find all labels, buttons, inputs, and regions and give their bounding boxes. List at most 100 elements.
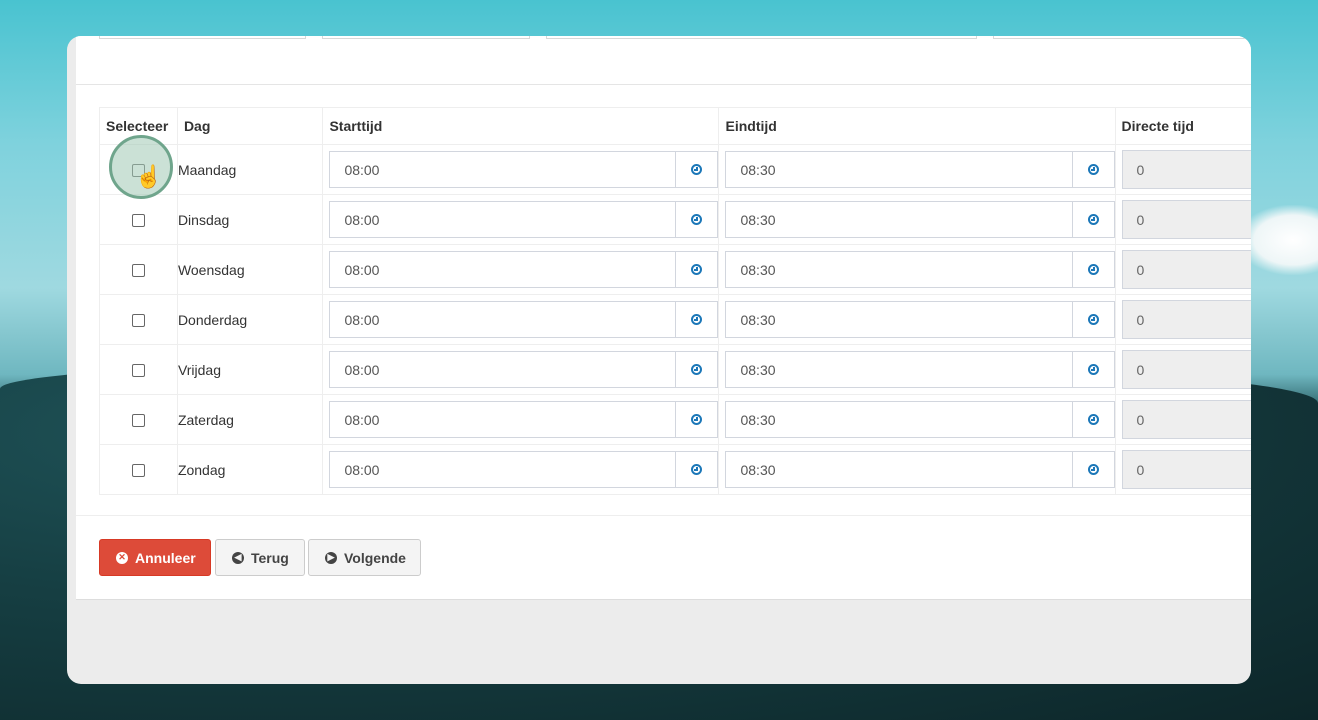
- clock-icon: [1087, 264, 1099, 275]
- start-time-group: 08:00: [329, 251, 719, 288]
- direct-cell: 0: [1114, 394, 1251, 445]
- end-time-group: 08:30: [725, 201, 1115, 238]
- end-cell: 08:30: [718, 444, 1116, 495]
- end-time-input[interactable]: 08:30: [725, 201, 1072, 238]
- day-checkbox[interactable]: [131, 364, 145, 378]
- direct-cell: 0: [1114, 194, 1251, 245]
- table-row: Maandag 08:00 08:30 0: [99, 144, 1251, 195]
- direct-cell: 0: [1114, 294, 1251, 345]
- table-row: Zaterdag 08:00 08:30 0: [99, 394, 1251, 445]
- end-time-picker-button[interactable]: [1071, 401, 1115, 438]
- end-time-picker-button[interactable]: [1071, 301, 1115, 338]
- start-time-picker-button[interactable]: [675, 401, 719, 438]
- end-time-input[interactable]: 08:30: [725, 401, 1072, 438]
- start-time-input[interactable]: 08:00: [329, 351, 676, 388]
- next-button[interactable]: ▶ Volgende: [308, 539, 421, 576]
- header-direct: Directe tijd: [1114, 107, 1251, 145]
- start-time-picker-button[interactable]: [675, 351, 719, 388]
- end-time-picker-button[interactable]: [1071, 201, 1115, 238]
- field-stub: [546, 36, 977, 39]
- end-time-picker-button[interactable]: [1071, 251, 1115, 288]
- end-time-input[interactable]: 08:30: [725, 151, 1072, 188]
- start-time-group: 08:00: [329, 151, 719, 188]
- pointer-hand-icon: ☝: [135, 164, 163, 189]
- end-time-picker-button[interactable]: [1071, 451, 1115, 488]
- clock-icon: [1087, 414, 1099, 425]
- table-row: Donderdag 08:00 08:30 0: [99, 294, 1251, 345]
- direct-cell: 0: [1114, 344, 1251, 395]
- direct-time-input: 0: [1121, 350, 1251, 389]
- end-time-input[interactable]: 08:30: [725, 351, 1072, 388]
- end-time-input[interactable]: 08:30: [725, 301, 1072, 338]
- end-time-group: 08:30: [725, 351, 1115, 388]
- day-checkbox[interactable]: [131, 464, 145, 478]
- select-cell: [99, 294, 178, 345]
- back-button[interactable]: ◀ Terug: [215, 539, 305, 576]
- clock-icon: [691, 214, 703, 225]
- clock-icon: [691, 164, 703, 175]
- schedule-panel: Selecteer Dag Starttijd Eindtijd Directe…: [76, 36, 1251, 600]
- end-time-picker-button[interactable]: [1071, 351, 1115, 388]
- day-cell: Donderdag: [176, 294, 324, 345]
- day-checkbox[interactable]: [131, 314, 145, 328]
- start-cell: 08:00: [322, 244, 720, 295]
- start-time-picker-button[interactable]: [675, 251, 719, 288]
- start-time-group: 08:00: [329, 401, 719, 438]
- start-time-input[interactable]: 08:00: [329, 151, 676, 188]
- header-end: Eindtijd: [718, 107, 1116, 145]
- select-cell: [99, 244, 178, 295]
- direct-time-input: 0: [1121, 250, 1251, 289]
- end-cell: 08:30: [718, 194, 1116, 245]
- clock-icon: [691, 464, 703, 475]
- start-cell: 08:00: [322, 444, 720, 495]
- table-row: Zondag 08:00 08:30 0: [99, 444, 1251, 495]
- start-time-picker-button[interactable]: [675, 451, 719, 488]
- clock-icon: [691, 314, 703, 325]
- field-stub: [99, 36, 306, 39]
- day-cell: Zaterdag: [176, 394, 324, 445]
- select-cell: [99, 344, 178, 395]
- end-cell: 08:30: [718, 244, 1116, 295]
- day-checkbox[interactable]: [131, 214, 145, 228]
- clock-icon: [1087, 364, 1099, 375]
- start-cell: 08:00: [322, 194, 720, 245]
- start-time-picker-button[interactable]: [675, 201, 719, 238]
- end-time-group: 08:30: [725, 301, 1115, 338]
- start-cell: 08:00: [322, 394, 720, 445]
- start-time-input[interactable]: 08:00: [329, 451, 676, 488]
- start-time-input[interactable]: 08:00: [329, 201, 676, 238]
- start-time-input[interactable]: 08:00: [329, 401, 676, 438]
- cancel-button-label: Annuleer: [135, 549, 196, 566]
- select-cell: [99, 194, 178, 245]
- start-time-group: 08:00: [329, 351, 719, 388]
- cancel-button[interactable]: ✕ Annuleer: [99, 539, 211, 576]
- end-time-picker-button[interactable]: [1071, 151, 1115, 188]
- end-time-group: 08:30: [725, 451, 1115, 488]
- direct-time-input: 0: [1121, 400, 1251, 439]
- day-checkbox[interactable]: [131, 414, 145, 428]
- end-cell: 08:30: [718, 144, 1116, 195]
- direct-time-input: 0: [1121, 200, 1251, 239]
- clock-icon: [691, 264, 703, 275]
- direct-cell: 0: [1114, 444, 1251, 495]
- header-start: Starttijd: [322, 107, 720, 145]
- end-time-input[interactable]: 08:30: [725, 451, 1072, 488]
- direct-time-input: 0: [1121, 300, 1251, 339]
- start-time-input[interactable]: 08:00: [329, 251, 676, 288]
- end-time-input[interactable]: 08:30: [725, 251, 1072, 288]
- start-time-picker-button[interactable]: [675, 151, 719, 188]
- start-time-group: 08:00: [329, 451, 719, 488]
- clock-icon: [1087, 314, 1099, 325]
- field-stub: [322, 36, 530, 39]
- start-time-input[interactable]: 08:00: [329, 301, 676, 338]
- start-time-picker-button[interactable]: [675, 301, 719, 338]
- app-window: Selecteer Dag Starttijd Eindtijd Directe…: [67, 36, 1251, 684]
- days-table: Selecteer Dag Starttijd Eindtijd Directe…: [99, 107, 1251, 495]
- day-checkbox[interactable]: [131, 264, 145, 278]
- start-time-group: 08:00: [329, 201, 719, 238]
- clock-icon: [1087, 214, 1099, 225]
- end-time-group: 08:30: [725, 401, 1115, 438]
- field-stub: [993, 36, 1251, 39]
- times-circle-icon: ✕: [116, 551, 128, 564]
- panel-top-section: [76, 36, 1251, 85]
